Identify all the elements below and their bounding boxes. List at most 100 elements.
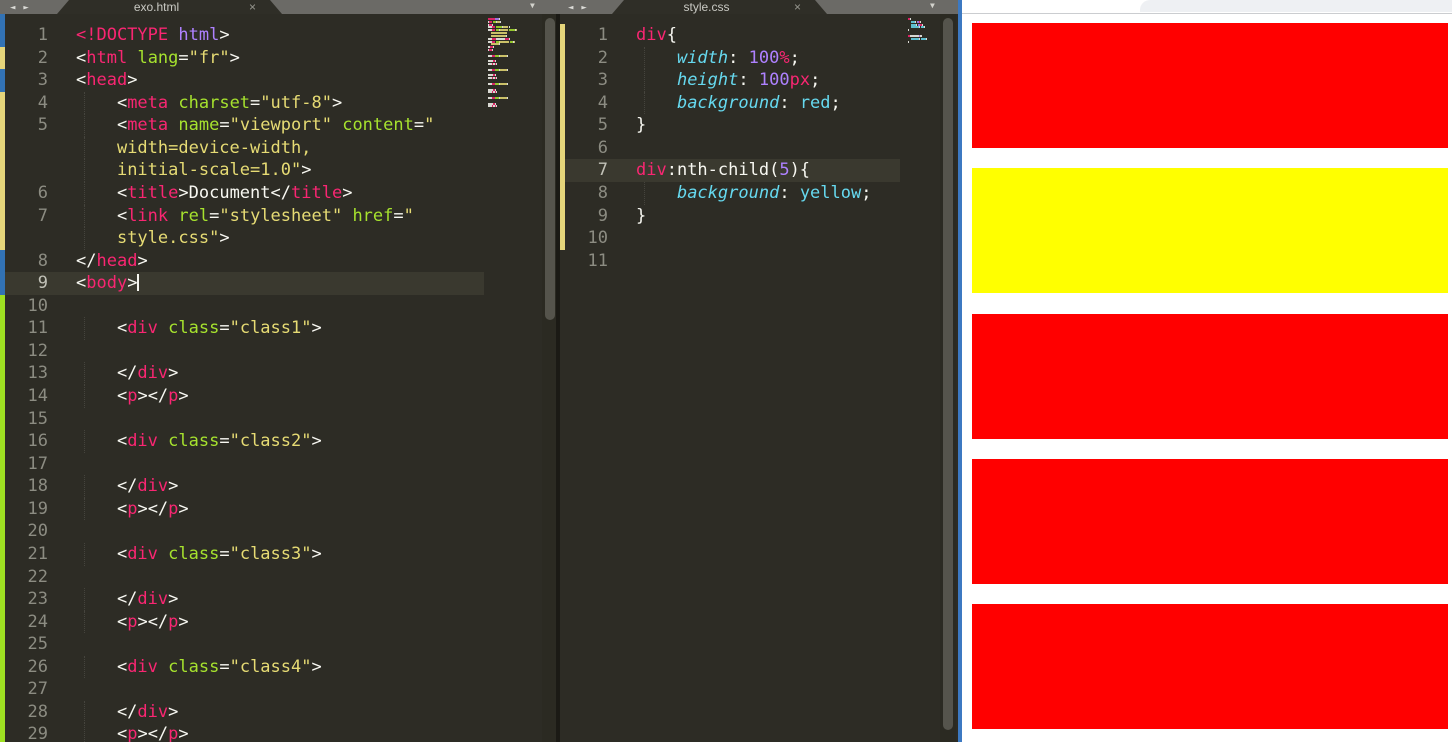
minimap-line [496,91,497,94]
minimap-line [500,82,507,85]
code-line[interactable]: 6 [560,136,958,160]
minimap-line [492,68,495,71]
line-number: 22 [27,566,48,587]
minimap-line [506,82,508,85]
minimap-line [500,96,507,99]
code-line[interactable]: 8 </head> [0,249,556,273]
code-line[interactable]: 21 <div class="class3"> [0,542,556,566]
line-number: 24 [27,611,48,632]
minimap-line [495,74,497,77]
minimap-line [500,54,507,57]
scrollbar-thumb-html[interactable] [545,18,555,320]
code-line[interactable]: 3 height: 100px; [560,69,958,92]
line-number: 23 [27,589,48,610]
editor-pane-css: 1 div{2 width: 100%; 3 height: 100px; 4 bac… [560,0,958,742]
code-line[interactable]: 9 <body> [0,272,556,295]
code-line[interactable]: 5} [560,114,958,137]
code-line[interactable]: 23 </div> [0,588,556,611]
code-line[interactable]: 18 </div> [0,475,556,498]
minimap-line [506,34,507,37]
code-line[interactable]: 24 <p></p> [0,610,556,634]
code-line[interactable]: 14 <p></p> [0,385,556,408]
code-line[interactable]: 4 <meta charset="utf-8"> [0,91,556,115]
line-number: 20 [27,521,48,542]
code-line[interactable]: width=device-width, [0,136,556,160]
code-line[interactable]: 2 <html lang="fr"> [0,46,556,70]
code-line[interactable]: 28 </div> [0,700,556,724]
minimap-line [499,40,510,43]
minimap-line [495,102,497,105]
code-line[interactable]: 1 <!DOCTYPE html> [0,24,556,47]
line-number: 5 [37,115,48,136]
gutter-diff-marker [0,227,5,250]
code-line[interactable]: 13 </div> [0,362,556,385]
code-text: <p></p> [76,611,189,632]
code-line[interactable]: 6 <title>Document</title> [0,181,556,205]
browser-chrome-strip [962,0,1452,14]
code-line[interactable]: 8 background: yellow; [560,181,958,205]
code-text: <title>Document</title> [76,182,353,203]
minimap-line [492,49,493,52]
line-number: 8 [37,250,48,271]
minimap-line [492,54,495,57]
code-line[interactable]: 16 <div class="class2"> [0,430,556,453]
minimap-line [920,20,922,23]
code-text: </div> [76,701,179,722]
minimap-line [496,105,497,108]
code-line[interactable]: 5 <meta name="viewport" content=" [0,114,556,137]
code-line[interactable]: 17 [0,452,556,476]
code-text: width: 100%; [676,47,800,68]
code-line[interactable]: 9} [560,204,958,228]
code-line[interactable]: 4 background: red; [560,91,958,115]
code-text: } [636,115,647,136]
minimap-line [515,29,517,32]
line-number: 9 [597,205,608,226]
code-line[interactable]: 12 [0,339,556,363]
minimap-line [492,82,495,85]
code-text: <meta name="viewport" content=" [76,115,435,136]
code-line[interactable]: style.css"> [0,227,556,250]
line-number: 2 [597,47,608,68]
minimap-line [488,18,496,20]
line-number: 15 [27,408,48,429]
code-line[interactable]: 1 div{ [560,24,958,47]
minimap-line [496,77,497,80]
rendered-div-block-red-4 [972,458,1448,584]
code-text: </div> [76,589,179,610]
code-line[interactable]: 7 <link rel="stylesheet" href=" [0,204,556,228]
minimap-html-pane[interactable] [484,14,558,742]
code-line[interactable]: 27 [0,678,556,701]
code-line[interactable]: 7 div:nth-child(5){ [560,159,958,182]
text-cursor [137,274,140,292]
code-line[interactable]: 10 [0,294,556,318]
minimap-line [506,96,508,99]
code-line[interactable]: 3 <head> [0,69,556,92]
line-number: 10 [27,295,48,316]
minimap-line [908,40,909,43]
code-line[interactable]: 11 [560,250,958,273]
line-number: 29 [27,724,48,742]
code-line[interactable]: 10 [560,227,958,250]
code-line[interactable]: 22 [0,565,556,589]
code-line[interactable]: 15 [0,407,556,431]
browser-tab-shape[interactable] [1140,0,1452,12]
minimap-line [492,23,493,26]
code-line[interactable]: initial-scale=1.0"> [0,159,556,182]
line-number: 25 [27,634,48,655]
line-number: 10 [587,228,608,249]
line-number: 21 [27,543,48,564]
line-number: 6 [597,137,608,158]
minimap-css-pane[interactable] [900,14,958,742]
code-line[interactable]: 20 [0,520,556,543]
minimap-line [920,34,922,37]
code-line[interactable]: 29 <p></p> [0,723,556,742]
code-line[interactable]: 25 [0,633,556,656]
code-line[interactable]: 26 <div class="class4"> [0,655,556,679]
code-text: height: 100px; [676,70,821,91]
line-number: 14 [27,386,48,406]
code-line[interactable]: 19 <p></p> [0,497,556,521]
scrollbar-thumb-css[interactable] [943,18,953,730]
code-line[interactable]: 2 width: 100%; [560,46,958,70]
line-number: 3 [597,70,608,91]
code-line[interactable]: 11 <div class="class1"> [0,317,556,340]
